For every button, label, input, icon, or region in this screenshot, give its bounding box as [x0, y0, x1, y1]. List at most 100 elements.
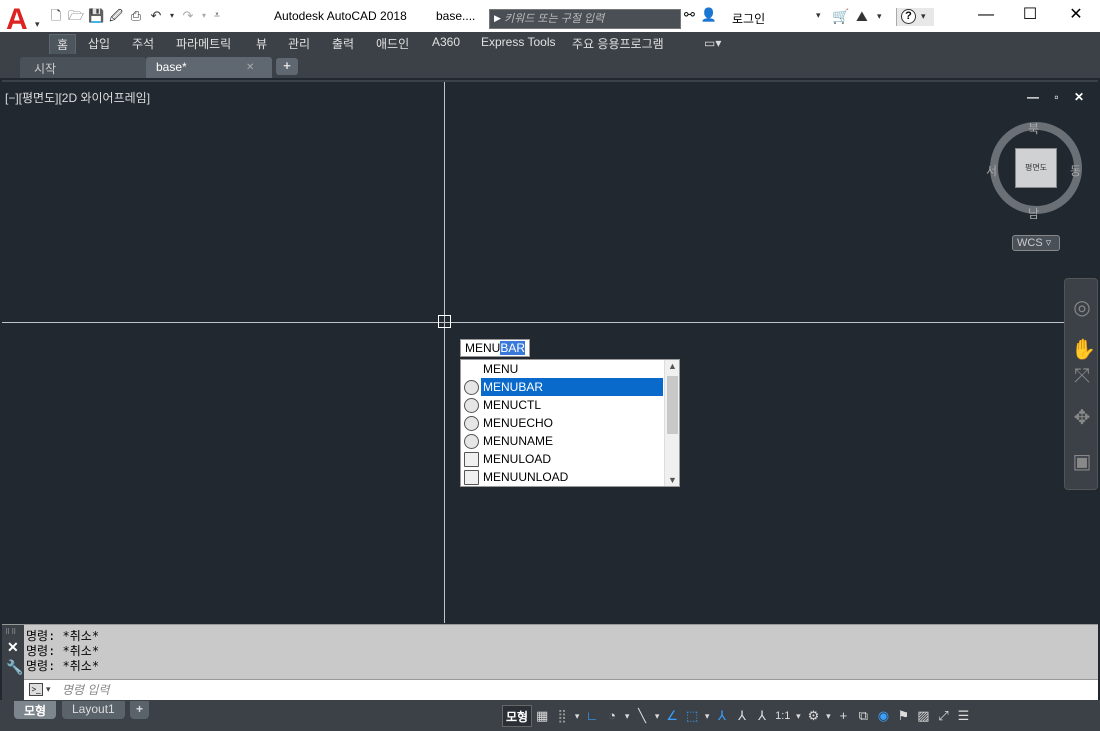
tab-express-tools[interactable]: Express Tools: [481, 35, 555, 49]
tab-addins[interactable]: 애드인: [376, 35, 409, 52]
tab-parametric[interactable]: 파라메트릭: [176, 35, 231, 52]
open-icon[interactable]: 🗁: [68, 9, 84, 23]
tab-annotate[interactable]: 주석: [132, 35, 154, 52]
zoom-extents-icon[interactable]: ⤧: [1071, 365, 1093, 388]
snap-icon[interactable]: ⣿: [552, 705, 572, 727]
redo-dropdown-icon[interactable]: ▾: [200, 9, 208, 23]
grip-dots-icon[interactable]: ⠿⠿: [5, 628, 17, 636]
polar-dropdown-icon[interactable]: ▾: [622, 705, 632, 727]
tab-home[interactable]: 홈: [49, 34, 77, 55]
model-space-button[interactable]: 모형: [502, 705, 533, 727]
pan-icon[interactable]: ✋: [1071, 337, 1096, 362]
steeringwheel-icon[interactable]: ◎: [1071, 295, 1093, 320]
application-menu-button[interactable]: A ▾: [2, 3, 42, 36]
new-icon[interactable]: 🗋: [48, 9, 64, 23]
scale-dropdown-icon[interactable]: ▾: [793, 705, 803, 727]
close-icon[interactable]: ✕: [7, 639, 19, 656]
snap-dropdown-icon[interactable]: ▾: [572, 705, 582, 727]
units-icon[interactable]: ⧉: [853, 705, 873, 727]
viewcube-east[interactable]: 동: [1070, 162, 1081, 179]
minimize-button[interactable]: —: [970, 4, 1002, 28]
login-dropdown-icon[interactable]: ▾: [816, 10, 821, 21]
autocomplete-scrollbar[interactable]: ▲ ▼: [664, 360, 679, 486]
viewport-window-controls[interactable]: — ▫ ✕: [1027, 90, 1090, 104]
maximize-button[interactable]: ☐: [1014, 4, 1046, 28]
tab-output[interactable]: 출력: [332, 35, 354, 52]
scroll-down-icon[interactable]: ▼: [668, 475, 677, 485]
close-window-button[interactable]: ✕: [1060, 4, 1092, 28]
orbit-icon[interactable]: ✥: [1071, 405, 1093, 430]
search-input[interactable]: [504, 11, 674, 27]
plus-icon[interactable]: +: [833, 705, 853, 727]
list-item[interactable]: MENUUNLOAD: [461, 468, 664, 486]
scale-selector[interactable]: 1:1: [772, 705, 793, 727]
grid-icon[interactable]: ▦: [532, 705, 552, 727]
list-item[interactable]: MENUECHO: [461, 414, 664, 432]
tab-view[interactable]: 뷰: [256, 35, 267, 52]
tab-insert[interactable]: 삽입: [88, 35, 110, 52]
list-item[interactable]: MENUBAR: [461, 378, 664, 396]
tab-a360[interactable]: A360: [432, 35, 460, 49]
tab-start[interactable]: 시작: [20, 57, 146, 78]
user-icon[interactable]: 👤: [701, 7, 717, 23]
list-item[interactable]: MENUNAME: [461, 432, 664, 450]
customization-menu-icon[interactable]: ☰: [953, 705, 973, 727]
list-item[interactable]: MENU: [461, 360, 664, 378]
cart-icon[interactable]: 🛒: [832, 8, 849, 25]
hardware-acceleration-icon[interactable]: ◉: [873, 705, 893, 727]
polar-tracking-icon[interactable]: ◔: [602, 705, 622, 727]
isolate-objects-icon[interactable]: ⚑: [893, 705, 913, 727]
redo-icon[interactable]: ↷: [180, 9, 196, 23]
isometric-dropdown-icon[interactable]: ▾: [652, 705, 662, 727]
annotation-visibility-icon[interactable]: ⅄: [712, 705, 732, 727]
isometric-icon[interactable]: ╲: [632, 705, 652, 727]
plot-icon[interactable]: ⎙: [128, 9, 144, 23]
workspace-dropdown-icon[interactable]: ▾: [823, 705, 833, 727]
dynamic-input-field[interactable]: MENUBAR: [460, 339, 530, 357]
scroll-up-icon[interactable]: ▲: [668, 361, 677, 371]
save-icon[interactable]: 💾: [88, 9, 104, 23]
ribbon-options-icon[interactable]: ▭▾: [704, 36, 721, 50]
command-input[interactable]: [62, 681, 1062, 699]
saveas-icon[interactable]: 🖉: [108, 9, 124, 23]
list-item[interactable]: MENUCTL: [461, 396, 664, 414]
object-snap-dropdown-icon[interactable]: ▾: [702, 705, 712, 727]
search-box[interactable]: ▶: [489, 9, 681, 29]
auto-scale-icon[interactable]: ⅄: [732, 705, 752, 727]
list-item[interactable]: MENULOAD: [461, 450, 664, 468]
viewcube-west[interactable]: 서: [986, 162, 997, 179]
ortho-icon[interactable]: ∟: [582, 705, 602, 727]
tab-layout1[interactable]: Layout1: [62, 701, 125, 719]
chevron-down-icon[interactable]: ▾: [46, 684, 51, 695]
annotation-scale-icon[interactable]: ⅄: [752, 705, 772, 727]
viewcube-south[interactable]: 남: [1028, 205, 1039, 222]
command-line-grip[interactable]: ⠿⠿ ✕ 🔧: [2, 625, 24, 701]
command-prompt-icon[interactable]: >_: [29, 683, 43, 696]
binoculars-icon[interactable]: ⚯: [684, 7, 695, 23]
undo-icon[interactable]: ↶: [148, 9, 164, 23]
help-button[interactable]: ? ▾: [896, 8, 934, 26]
close-tab-icon[interactable]: ✕: [246, 62, 254, 73]
graphics-performance-icon[interactable]: ▨: [913, 705, 933, 727]
object-snap-tracking-icon[interactable]: ∠: [662, 705, 682, 727]
object-snap-icon[interactable]: ⬚: [682, 705, 702, 727]
expand-search-icon[interactable]: ▶: [494, 13, 501, 24]
fullscreen-icon[interactable]: ⤢: [933, 705, 953, 727]
viewcube-face-top[interactable]: 평면도: [1015, 148, 1057, 188]
viewcube-north[interactable]: 북: [1028, 120, 1039, 137]
wrench-icon[interactable]: 🔧: [6, 659, 23, 676]
viewport-controls-label[interactable]: [−][평면도][2D 와이어프레임]: [5, 89, 150, 106]
a360-icon[interactable]: ⛰: [856, 8, 868, 25]
wcs-menu-button[interactable]: WCS ▿: [1012, 235, 1060, 251]
new-tab-button[interactable]: +: [276, 58, 298, 75]
drawing-viewport[interactable]: [−][평면도][2D 와이어프레임] — ▫ ✕ 평면도 북 남 동 서 WC…: [2, 80, 1098, 623]
undo-dropdown-icon[interactable]: ▾: [168, 9, 176, 23]
tab-manage[interactable]: 관리: [288, 35, 310, 52]
tab-featured-apps[interactable]: 주요 응용프로그램: [572, 35, 664, 52]
tab-base-drawing[interactable]: base* ✕: [146, 57, 272, 78]
customize-icon[interactable]: ⩡: [212, 9, 222, 23]
workspace-gear-icon[interactable]: ⚙: [803, 705, 823, 727]
scroll-thumb[interactable]: [667, 376, 678, 434]
tab-model[interactable]: 모형: [14, 701, 57, 719]
new-layout-button[interactable]: +: [130, 701, 150, 719]
